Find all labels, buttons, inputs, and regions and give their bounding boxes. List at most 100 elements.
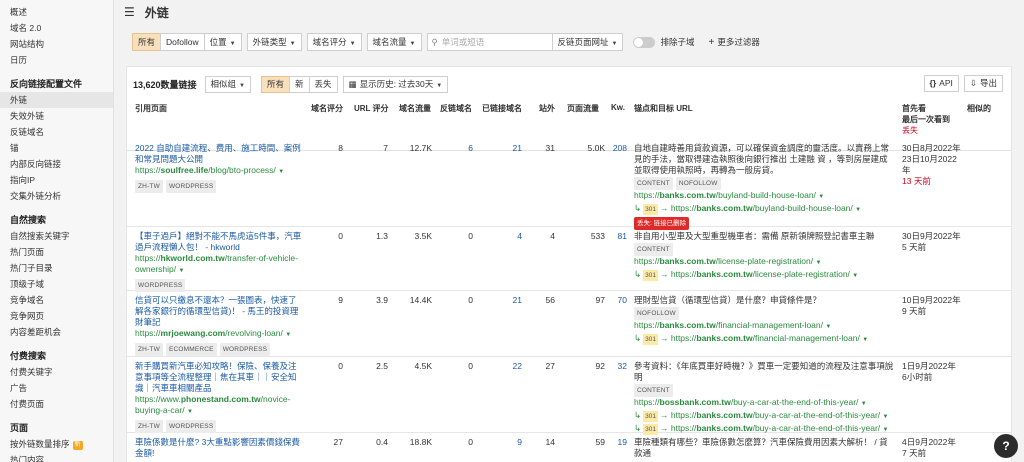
- ref-domains-value[interactable]: 6: [440, 143, 473, 154]
- sidebar-item-link-intersect[interactable]: 交集外链分析: [0, 188, 113, 204]
- ref-page-title[interactable]: 新手購買新汽車必知攻略！保險、保養及注意事項等全流程整理｜焦在其車｜｜安全知識｜…: [135, 361, 303, 394]
- redirect-chain[interactable]: ↳ 301 → https://banks.com.tw/financial-man…: [634, 333, 896, 346]
- col-ext[interactable]: 站外: [539, 103, 555, 114]
- kw-value[interactable]: 70: [607, 295, 627, 306]
- first-seen: 1日9月2022年: [902, 361, 956, 371]
- sidebar-item-paid-keywords[interactable]: 付费关键字: [0, 364, 113, 380]
- col-ur[interactable]: URL 评分: [354, 103, 389, 114]
- linked-domains-value[interactable]: 21: [482, 295, 522, 306]
- filter-all[interactable]: 所有: [132, 33, 162, 51]
- linked-domains-value[interactable]: 21: [482, 143, 522, 154]
- exclude-subdomains-toggle[interactable]: [633, 36, 656, 48]
- sidebar-item-ads[interactable]: 广告: [0, 380, 113, 396]
- sidebar-item-broken-backlinks[interactable]: 失效外链: [0, 108, 113, 124]
- ref-page-title[interactable]: 車險係數是什麼? 3大重點影響因素價錢保費金額!: [135, 437, 303, 459]
- sidebar-item-top-subdomains[interactable]: 顶级子域: [0, 276, 113, 292]
- sidebar-item-top-subfolders[interactable]: 热门子目录: [0, 260, 113, 276]
- target-url[interactable]: https://banks.com.tw/financial-managemen…: [634, 320, 896, 333]
- col-page-traffic[interactable]: 页面流量: [567, 103, 599, 114]
- search-input[interactable]: ⚲ 单词或短语: [426, 33, 553, 51]
- help-icon[interactable]: ?: [994, 434, 1018, 458]
- chevron-down-icon[interactable]: ▼: [187, 409, 193, 415]
- ref-page-title[interactable]: 信貸可以只繳息不還本？一張圖表，快速了解各家銀行的循環型信貸)！ - 馬王的投資…: [135, 295, 303, 328]
- linked-domains-value[interactable]: 22: [482, 361, 522, 372]
- sidebar-item-content-gap[interactable]: 内容差距机会: [0, 324, 113, 340]
- col-ref-page[interactable]: 引用页面: [135, 103, 167, 114]
- col-kw[interactable]: Kw.: [611, 103, 625, 112]
- url-path: /financial-management-loan/: [715, 320, 823, 330]
- filter-link-type[interactable]: 外链类型 ▼: [246, 33, 302, 51]
- sidebar-item-ref-domains[interactable]: 反链域名: [0, 124, 113, 140]
- col-dates[interactable]: 首先看 最后一次看到 丢失: [902, 103, 950, 136]
- page-traffic-value: 59: [595, 437, 605, 447]
- target-url[interactable]: https://banks.com.tw/buyland-build-house…: [634, 190, 896, 203]
- col-ref-domains[interactable]: 反链域名: [440, 103, 472, 114]
- target-url[interactable]: https://bossbank.com.tw/buy-a-car-at-the…: [634, 397, 896, 410]
- chevron-down-icon[interactable]: ▼: [285, 332, 291, 338]
- sidebar-item-linked-ip[interactable]: 指向IP: [0, 172, 113, 188]
- sidebar-item-top-pages[interactable]: 热门页面: [0, 244, 113, 260]
- more-filters-button[interactable]: 更多过滤器: [717, 36, 760, 48]
- sidebar-item-backlinks[interactable]: 外链: [0, 92, 113, 108]
- kw-value[interactable]: 208: [607, 143, 627, 154]
- sidebar-item-domain2[interactable]: 域名 2.0: [0, 20, 113, 36]
- target-url[interactable]: https://banks.com.tw/license-plate-regis…: [634, 256, 896, 269]
- menu-icon[interactable]: ☰: [124, 5, 135, 19]
- url-select[interactable]: 反链页面网址 ▼: [551, 33, 624, 51]
- col-anchor[interactable]: 锚点和目标 URL: [634, 103, 693, 114]
- ref-page-url[interactable]: https://hkworld.com.tw/transfer-of-vehic…: [135, 253, 303, 277]
- chevron-down-icon[interactable]: ▼: [278, 169, 284, 175]
- page-title: 外链: [144, 5, 169, 20]
- ref-page-url[interactable]: https://www.phonestand.com.tw/novice-buy…: [135, 394, 303, 418]
- col-domain-traffic[interactable]: 域名流量: [399, 103, 431, 114]
- ref-page-url[interactable]: https://mrjoewang.com/revolving-loan/ ▼: [135, 328, 303, 341]
- group-similar-button[interactable]: 相似组 ▼: [204, 75, 251, 93]
- export-button[interactable]: ⇩ 导出: [963, 75, 1003, 92]
- sidebar-item-organic-keywords[interactable]: 自然搜索关键字: [0, 228, 113, 244]
- chevron-down-icon[interactable]: ▼: [178, 268, 184, 274]
- anchor-text[interactable]: 理財型信貸（循環型信貸）是什麼？申貸條件是？: [634, 295, 896, 306]
- sidebar-item-anchors[interactable]: 锚: [0, 140, 113, 156]
- ref-page-url[interactable]: https://soulfree.life/blog/bto-process/ …: [135, 165, 303, 178]
- api-button[interactable]: {} API: [923, 75, 959, 92]
- plus-icon[interactable]: +: [708, 37, 714, 48]
- ref-page-title[interactable]: 2022 自助自建流程、费用、施工時間、案例和常見問題大公開: [135, 143, 303, 165]
- redirect-chain[interactable]: ↳ 301 → https://banks.com.tw/buyland-build…: [634, 203, 896, 216]
- sidebar-item-site-structure[interactable]: 网站结构: [0, 36, 113, 52]
- history-dropdown[interactable]: ▦ 显示历史: 过去30天 ▼: [342, 75, 449, 93]
- url-path: /buyland-build-house-loan/: [752, 203, 853, 213]
- tab-all[interactable]: 所有: [261, 75, 291, 93]
- ref-page-title[interactable]: 【車子過戶】絕對不能不馬虎這5件事，汽車過戶流程懶人包！ - hkworld: [135, 231, 303, 253]
- anchor-tag-list: CONTENT: [634, 243, 896, 256]
- sidebar-item-calendar[interactable]: 日历: [0, 52, 113, 68]
- sidebar-item-competing-domains[interactable]: 竞争域名: [0, 292, 113, 308]
- sidebar-item-top-content[interactable]: 热门内容: [0, 452, 113, 462]
- sidebar-item-best-by-links[interactable]: 按外链数量排序新: [0, 436, 113, 452]
- filter-domain-traffic[interactable]: 域名流量 ▼: [366, 33, 422, 51]
- filter-position[interactable]: 位置 ▼: [203, 33, 242, 51]
- col-linked-domains[interactable]: 已链接域名: [482, 103, 522, 114]
- linked-domains-value[interactable]: 9: [482, 437, 522, 448]
- sidebar-item-internal-backlinks[interactable]: 内部反向链接: [0, 156, 113, 172]
- sidebar-item-competing-pages[interactable]: 竞争网页: [0, 308, 113, 324]
- ago: 6小时前: [902, 372, 933, 382]
- kw-value[interactable]: 81: [607, 231, 627, 242]
- filter-dr[interactable]: 域名评分 ▼: [306, 33, 362, 51]
- filter-dofollow[interactable]: Dofollow: [160, 33, 205, 51]
- redirect-chain[interactable]: ↳ 301 → https://banks.com.tw/buy-a-car-at-…: [634, 410, 896, 423]
- col-dr[interactable]: 域名评分: [311, 103, 343, 114]
- redirect-chain[interactable]: ↳ 301 → https://banks.com.tw/license-plate…: [634, 269, 896, 282]
- kw-value[interactable]: 32: [607, 361, 627, 372]
- sidebar-item-paid-pages[interactable]: 付费页面: [0, 396, 113, 412]
- tab-new[interactable]: 新: [289, 75, 310, 93]
- tab-lost[interactable]: 丢失: [308, 75, 338, 93]
- kw-value[interactable]: 19: [607, 437, 627, 448]
- sidebar-item-overview[interactable]: 概述: [0, 4, 113, 20]
- chevron-down-icon: ▼: [882, 414, 889, 420]
- redirect-code: 301: [643, 204, 658, 215]
- ref-page-cell: 2022 自助自建流程、费用、施工時間、案例和常見問題大公開 https://s…: [135, 143, 303, 193]
- tag-list: ZH-TW WORDPRESS: [135, 420, 303, 433]
- anchor-cell: 非自用小型車及大型重型機車者：需備 原新領牌照登記書車主聯 CONTENT ht…: [634, 231, 896, 282]
- linked-domains-value[interactable]: 4: [482, 231, 522, 242]
- col-similar[interactable]: 相似的: [967, 103, 991, 114]
